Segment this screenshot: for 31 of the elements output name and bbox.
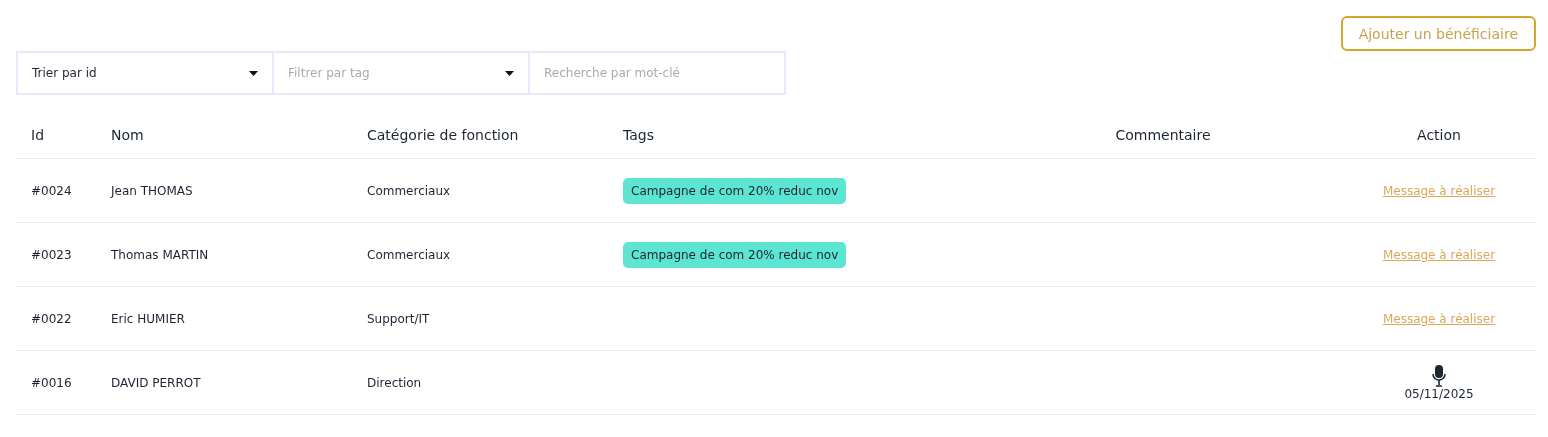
table-cell: #0016 (16, 351, 96, 415)
table-cell: Jean THOMAS (96, 159, 352, 223)
column-header: Catégorie de fonction (352, 111, 608, 159)
column-header: Commentaire (984, 111, 1342, 159)
tag-chip: Campagne de com 20% reduc nov (623, 241, 847, 268)
table-cell: DAVID PERROT (96, 351, 352, 415)
column-header: Nom (96, 111, 352, 159)
message-link[interactable]: Message à réaliser (1382, 247, 1496, 262)
recording-date: 05/11/2025 (1404, 386, 1474, 401)
table-cell: Eric HUMIER (96, 287, 352, 351)
add-beneficiary-button[interactable]: Ajouter un bénéficiaire (1340, 16, 1536, 51)
table-cell: #0024 (16, 159, 96, 223)
table-cell: Commerciaux (352, 159, 608, 223)
dropdown-caret-icon (505, 70, 514, 76)
table-cell: Thomas MARTIN (96, 223, 352, 287)
dropdown-caret-icon (249, 70, 258, 76)
sort-dropdown[interactable]: Trier par id (16, 51, 272, 95)
table-cell: #0023 (16, 223, 96, 287)
table-cell: Commerciaux (352, 223, 608, 287)
table-cell: #0022 (16, 287, 96, 351)
table-cell: Direction (352, 351, 608, 415)
tag-chip: Campagne de com 20% reduc nov (623, 177, 847, 204)
message-link[interactable]: Message à réaliser (1382, 311, 1496, 326)
column-header: Id (16, 111, 96, 159)
search-field[interactable]: Recherche par mot-clé (528, 51, 786, 95)
message-link[interactable]: Message à réaliser (1382, 183, 1496, 198)
microphone-icon[interactable] (1432, 364, 1446, 387)
tag-filter-dropdown[interactable]: Filtrer par tag (272, 51, 528, 95)
column-header: Tags (608, 111, 984, 159)
column-header: Action (1342, 111, 1536, 159)
table-cell: Support/IT (352, 287, 608, 351)
